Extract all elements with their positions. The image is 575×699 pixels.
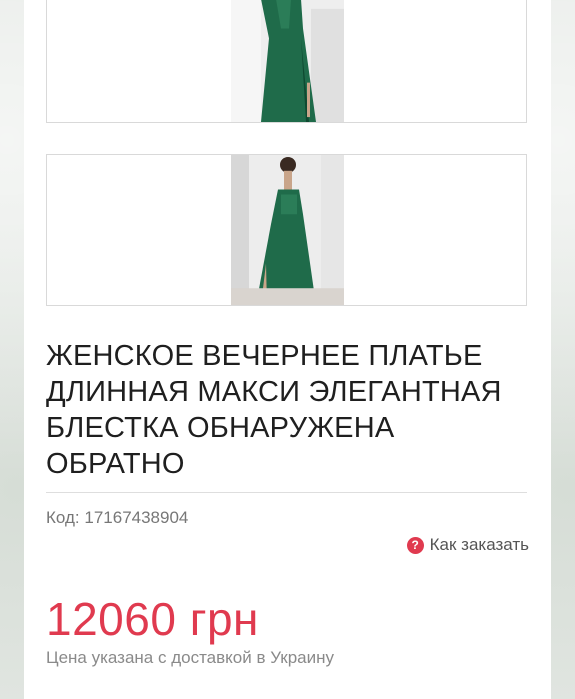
how-to-order-link[interactable]: ? Как заказать <box>406 535 529 555</box>
product-price: 12060 грн <box>46 593 259 645</box>
product-photo <box>231 155 344 305</box>
product-title: ЖЕНСКОЕ ВЕЧЕРНЕЕ ПЛАТЬЕ ДЛИННАЯ МАКСИ ЭЛ… <box>46 340 502 480</box>
product-image-thumbnail[interactable] <box>46 154 527 306</box>
sku-value: 17167438904 <box>84 508 189 527</box>
product-photo <box>231 0 344 122</box>
divider <box>46 492 527 493</box>
price-note: Цена указана с доставкой в Украину <box>46 648 334 667</box>
background-left <box>0 0 24 699</box>
how-to-order-label: Как заказать <box>429 535 529 554</box>
product-image-thumbnail[interactable] <box>46 0 527 123</box>
product-page: ЖЕНСКОЕ ВЕЧЕРНЕЕ ПЛАТЬЕ ДЛИННАЯ МАКСИ ЭЛ… <box>24 0 551 699</box>
product-sku: Код: 17167438904 <box>46 508 188 528</box>
sku-label: Код: <box>46 508 80 527</box>
question-icon: ? <box>406 536 424 554</box>
background-right <box>551 0 575 699</box>
